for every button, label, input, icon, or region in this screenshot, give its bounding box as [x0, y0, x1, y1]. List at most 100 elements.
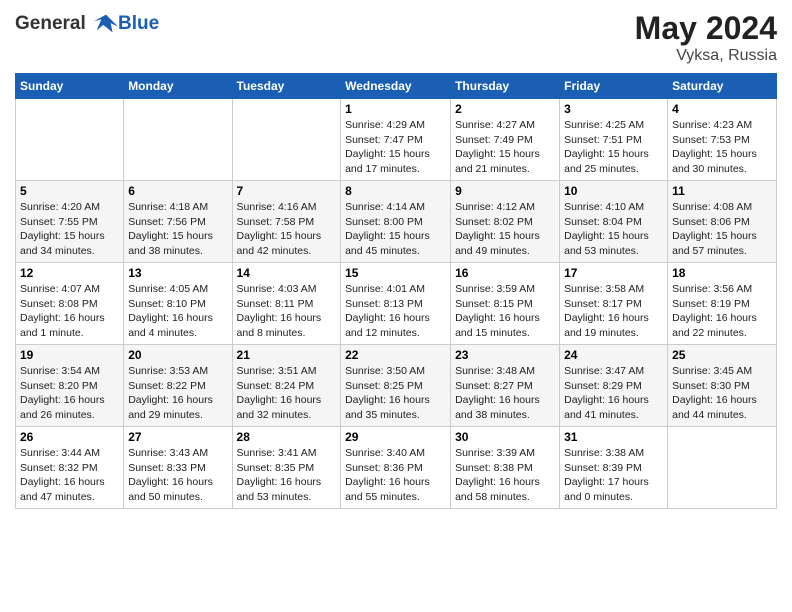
day-info: Sunrise: 4:20 AM Sunset: 7:55 PM Dayligh…: [20, 200, 119, 259]
day-number: 18: [672, 266, 772, 280]
day-info: Sunrise: 3:59 AM Sunset: 8:15 PM Dayligh…: [455, 282, 555, 341]
day-number: 12: [20, 266, 119, 280]
day-info: Sunrise: 4:18 AM Sunset: 7:56 PM Dayligh…: [128, 200, 227, 259]
day-number: 5: [20, 184, 119, 198]
day-number: 29: [345, 430, 446, 444]
day-info: Sunrise: 4:07 AM Sunset: 8:08 PM Dayligh…: [20, 282, 119, 341]
day-info: Sunrise: 4:27 AM Sunset: 7:49 PM Dayligh…: [455, 118, 555, 177]
col-sunday: Sunday: [16, 74, 124, 99]
calendar: Sunday Monday Tuesday Wednesday Thursday…: [15, 73, 777, 509]
day-number: 15: [345, 266, 446, 280]
day-info: Sunrise: 3:38 AM Sunset: 8:39 PM Dayligh…: [564, 446, 663, 505]
day-number: 19: [20, 348, 119, 362]
day-info: Sunrise: 3:45 AM Sunset: 8:30 PM Dayligh…: [672, 364, 772, 423]
logo-general: General: [15, 13, 86, 34]
day-number: 25: [672, 348, 772, 362]
table-row: 31 Sunrise: 3:38 AM Sunset: 8:39 PM Dayli…: [560, 427, 668, 509]
col-saturday: Saturday: [668, 74, 777, 99]
day-number: 22: [345, 348, 446, 362]
table-row: 14 Sunrise: 4:03 AM Sunset: 8:11 PM Dayli…: [232, 263, 341, 345]
table-row: 25 Sunrise: 3:45 AM Sunset: 8:30 PM Dayli…: [668, 345, 777, 427]
col-friday: Friday: [560, 74, 668, 99]
calendar-week-row: 1 Sunrise: 4:29 AM Sunset: 7:47 PM Daylig…: [16, 99, 777, 181]
table-row: [16, 99, 124, 181]
day-number: 9: [455, 184, 555, 198]
day-number: 6: [128, 184, 227, 198]
day-number: 21: [237, 348, 337, 362]
day-number: 3: [564, 102, 663, 116]
day-number: 14: [237, 266, 337, 280]
table-row: 27Sunrise: 3:43 AM Sunset: 8:33 PM Dayli…: [124, 427, 232, 509]
day-number: 28: [237, 430, 337, 444]
table-row: [668, 427, 777, 509]
day-info: Sunrise: 4:23 AM Sunset: 7:53 PM Dayligh…: [672, 118, 772, 177]
day-info: Sunrise: 4:08 AM Sunset: 8:06 PM Dayligh…: [672, 200, 772, 259]
table-row: [124, 99, 232, 181]
day-info: Sunrise: 3:48 AM Sunset: 8:27 PM Dayligh…: [455, 364, 555, 423]
table-row: 20Sunrise: 3:53 AM Sunset: 8:22 PM Dayli…: [124, 345, 232, 427]
day-number: 8: [345, 184, 446, 198]
day-info: Sunrise: 4:16 AM Sunset: 7:58 PM Dayligh…: [237, 200, 337, 259]
table-row: 17 Sunrise: 3:58 AM Sunset: 8:17 PM Dayli…: [560, 263, 668, 345]
calendar-week-row: 5 Sunrise: 4:20 AM Sunset: 7:55 PM Daylig…: [16, 181, 777, 263]
day-info: Sunrise: 4:29 AM Sunset: 7:47 PM Dayligh…: [345, 118, 446, 177]
day-info: Sunrise: 3:47 AM Sunset: 8:29 PM Dayligh…: [564, 364, 663, 423]
table-row: 5 Sunrise: 4:20 AM Sunset: 7:55 PM Daylig…: [16, 181, 124, 263]
day-number: 23: [455, 348, 555, 362]
table-row: 6 Sunrise: 4:18 AM Sunset: 7:56 PM Daylig…: [124, 181, 232, 263]
table-row: 15 Sunrise: 4:01 AM Sunset: 8:13 PM Dayli…: [341, 263, 451, 345]
day-number: 20: [128, 348, 227, 362]
day-info: Sunrise: 3:40 AM Sunset: 8:36 PM Dayligh…: [345, 446, 446, 505]
table-row: 21 Sunrise: 3:51 AM Sunset: 8:24 PM Dayli…: [232, 345, 341, 427]
table-row: 10Sunrise: 4:10 AM Sunset: 8:04 PM Dayli…: [560, 181, 668, 263]
table-row: 3 Sunrise: 4:25 AM Sunset: 7:51 PM Daylig…: [560, 99, 668, 181]
table-row: 9Sunrise: 4:12 AM Sunset: 8:02 PM Daylig…: [451, 181, 560, 263]
table-row: [232, 99, 341, 181]
day-info: Sunrise: 4:03 AM Sunset: 8:11 PM Dayligh…: [237, 282, 337, 341]
calendar-header-row: Sunday Monday Tuesday Wednesday Thursday…: [16, 74, 777, 99]
table-row: 8Sunrise: 4:14 AM Sunset: 8:00 PM Daylig…: [341, 181, 451, 263]
col-monday: Monday: [124, 74, 232, 99]
location: Vyksa, Russia: [635, 47, 777, 65]
header: General Blue May 2024 Vyksa, Russia: [15, 10, 777, 65]
day-info: Sunrise: 3:43 AM Sunset: 8:33 PM Dayligh…: [128, 446, 227, 505]
table-row: 7 Sunrise: 4:16 AM Sunset: 7:58 PM Daylig…: [232, 181, 341, 263]
day-info: Sunrise: 4:01 AM Sunset: 8:13 PM Dayligh…: [345, 282, 446, 341]
month-year: May 2024: [635, 10, 777, 47]
calendar-week-row: 26 Sunrise: 3:44 AM Sunset: 8:32 PM Dayli…: [16, 427, 777, 509]
day-info: Sunrise: 3:51 AM Sunset: 8:24 PM Dayligh…: [237, 364, 337, 423]
day-number: 13: [128, 266, 227, 280]
day-info: Sunrise: 4:25 AM Sunset: 7:51 PM Dayligh…: [564, 118, 663, 177]
table-row: 24Sunrise: 3:47 AM Sunset: 8:29 PM Dayli…: [560, 345, 668, 427]
day-info: Sunrise: 3:41 AM Sunset: 8:35 PM Dayligh…: [237, 446, 337, 505]
day-number: 17: [564, 266, 663, 280]
table-row: 22 Sunrise: 3:50 AM Sunset: 8:25 PM Dayli…: [341, 345, 451, 427]
calendar-week-row: 12 Sunrise: 4:07 AM Sunset: 8:08 PM Dayli…: [16, 263, 777, 345]
day-number: 4: [672, 102, 772, 116]
table-row: 1 Sunrise: 4:29 AM Sunset: 7:47 PM Daylig…: [341, 99, 451, 181]
day-number: 7: [237, 184, 337, 198]
col-wednesday: Wednesday: [341, 74, 451, 99]
day-number: 11: [672, 184, 772, 198]
day-info: Sunrise: 3:54 AM Sunset: 8:20 PM Dayligh…: [20, 364, 119, 423]
day-info: Sunrise: 3:50 AM Sunset: 8:25 PM Dayligh…: [345, 364, 446, 423]
col-tuesday: Tuesday: [232, 74, 341, 99]
day-number: 31: [564, 430, 663, 444]
logo: General Blue: [15, 10, 159, 38]
day-number: 30: [455, 430, 555, 444]
col-thursday: Thursday: [451, 74, 560, 99]
day-info: Sunrise: 3:58 AM Sunset: 8:17 PM Dayligh…: [564, 282, 663, 341]
table-row: 23 Sunrise: 3:48 AM Sunset: 8:27 PM Dayli…: [451, 345, 560, 427]
table-row: 26 Sunrise: 3:44 AM Sunset: 8:32 PM Dayli…: [16, 427, 124, 509]
logo-bird-icon: [92, 10, 120, 38]
table-row: 13Sunrise: 4:05 AM Sunset: 8:10 PM Dayli…: [124, 263, 232, 345]
day-number: 2: [455, 102, 555, 116]
day-info: Sunrise: 3:44 AM Sunset: 8:32 PM Dayligh…: [20, 446, 119, 505]
day-number: 26: [20, 430, 119, 444]
day-number: 1: [345, 102, 446, 116]
table-row: 29 Sunrise: 3:40 AM Sunset: 8:36 PM Dayli…: [341, 427, 451, 509]
logo-blue: Blue: [118, 13, 159, 35]
day-info: Sunrise: 3:39 AM Sunset: 8:38 PM Dayligh…: [455, 446, 555, 505]
day-number: 16: [455, 266, 555, 280]
table-row: 18Sunrise: 3:56 AM Sunset: 8:19 PM Dayli…: [668, 263, 777, 345]
